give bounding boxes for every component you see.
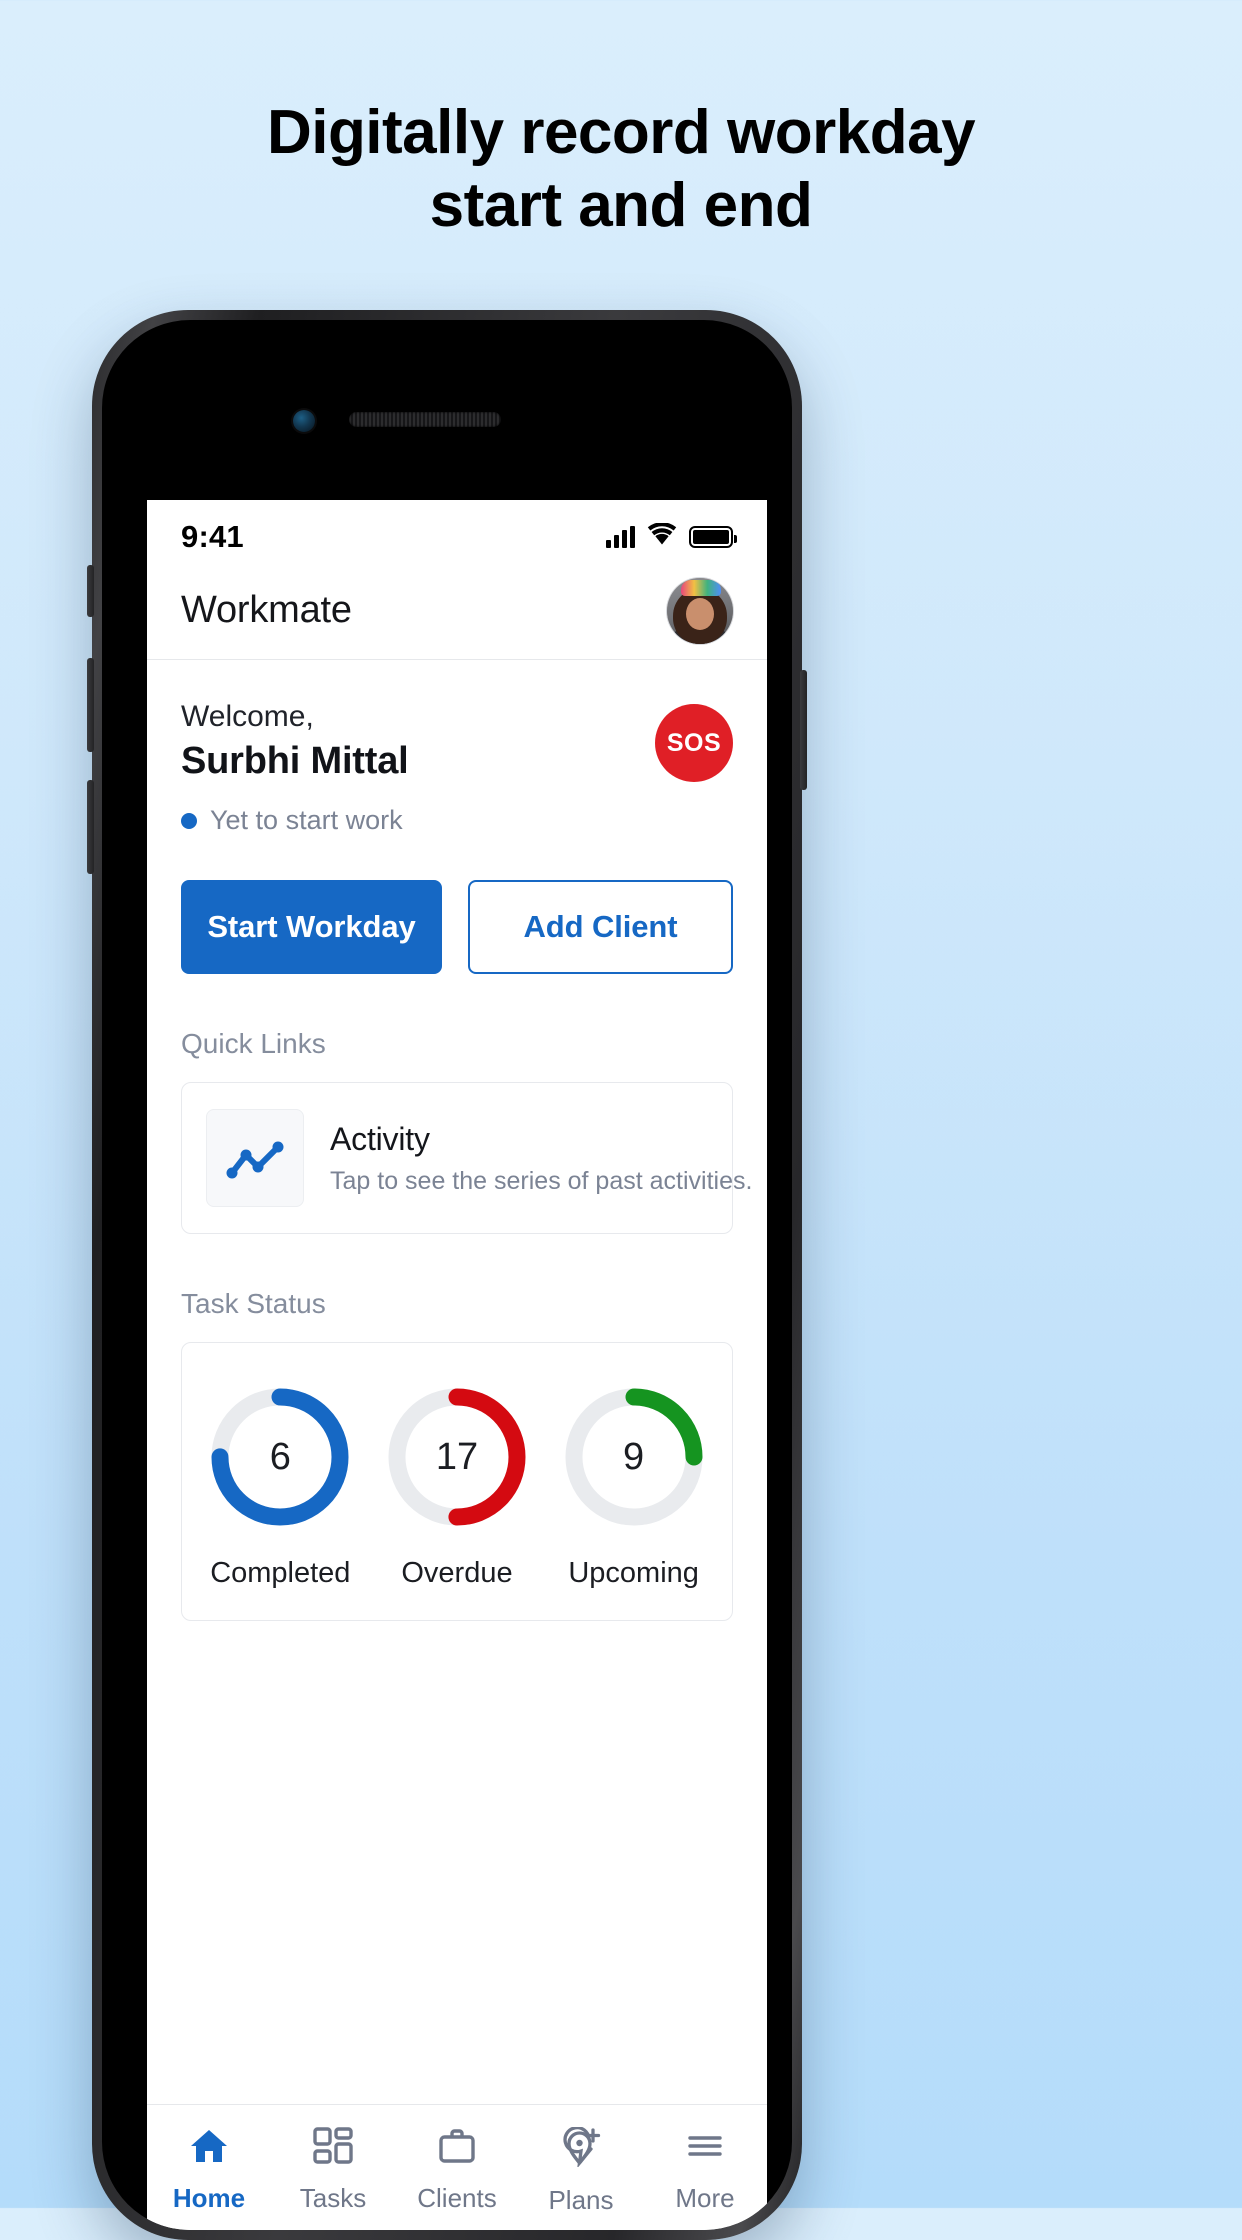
nav-label-home: Home — [172, 2183, 246, 2213]
nav-label-tasks: Tasks — [299, 2183, 367, 2213]
nav-item-more[interactable]: More — [643, 2127, 767, 2214]
headline-line-2: start and end — [429, 171, 813, 241]
start-workday-button[interactable]: Start Workday — [181, 880, 442, 974]
headline-line-1: Digitally record workday — [266, 98, 976, 167]
donut-value-overdue: 17 — [435, 1435, 479, 1478]
status-dot-icon — [181, 812, 197, 829]
phone-bezel: 9:41 Workmate Welcome, Surbhi Mittal Yet… — [102, 320, 792, 2230]
donut-label-upcoming: Upcoming — [568, 1557, 699, 1589]
hamburger-menu-icon — [684, 2127, 726, 2170]
donut-value-upcoming: 9 — [623, 1435, 645, 1478]
power-button[interactable] — [800, 670, 807, 790]
nav-item-clients[interactable]: Clients — [395, 2127, 519, 2214]
app-bar: Workmate — [147, 562, 767, 660]
wifi-icon — [647, 522, 677, 551]
grid-tasks-icon — [313, 2127, 353, 2170]
quick-links-title: Quick Links — [181, 1028, 326, 1059]
sos-button[interactable]: SOS — [655, 704, 733, 782]
nav-item-tasks[interactable]: Tasks — [271, 2127, 395, 2214]
work-status: Yet to start work — [181, 805, 409, 836]
home-icon — [188, 2127, 230, 2170]
quick-link-texts: Activity Tap to see the series of past a… — [330, 1120, 753, 1196]
quick-link-activity-card[interactable]: Activity Tap to see the series of past a… — [181, 1082, 753, 1234]
mute-switch[interactable] — [87, 565, 94, 617]
welcome-section: Welcome, Surbhi Mittal Yet to start work… — [181, 660, 733, 836]
status-bar-time: 9:41 — [181, 519, 244, 554]
work-status-label: Yet to start work — [210, 805, 403, 835]
nav-label-more: More — [675, 2183, 735, 2213]
donut-label-completed: Completed — [210, 1557, 351, 1589]
task-status-title: Task Status — [181, 1288, 326, 1319]
bottom-navigation: Home Tasks Clients Plans More — [147, 2104, 767, 2230]
earpiece-speaker — [349, 412, 501, 427]
donut-value-completed: 6 — [269, 1435, 291, 1478]
quick-link-title: Activity — [330, 1120, 430, 1157]
volume-up-button[interactable] — [87, 658, 94, 752]
donut-chart-upcoming: 9 — [558, 1381, 710, 1533]
primary-actions: Start Workday Add Client — [181, 880, 733, 974]
briefcase-icon — [436, 2127, 478, 2170]
add-client-button[interactable]: Add Client — [468, 880, 733, 974]
welcome-texts: Welcome, Surbhi Mittal Yet to start work — [181, 700, 409, 836]
task-status-overdue[interactable]: 17 Overdue — [370, 1381, 545, 1590]
phone-mockup: 9:41 Workmate Welcome, Surbhi Mittal Yet… — [87, 310, 807, 2240]
user-name: Surbhi Mittal — [181, 740, 409, 782]
task-status-upcoming[interactable]: 9 Upcoming — [546, 1381, 721, 1590]
nav-label-plans: Plans — [548, 2185, 614, 2215]
promo-headline: Digitally record workday start and end — [0, 96, 1242, 242]
avatar[interactable] — [667, 577, 733, 644]
status-bar-icons — [606, 522, 737, 551]
donut-label-overdue: Overdue — [401, 1557, 513, 1589]
status-bar: 9:41 — [147, 500, 767, 562]
task-status-completed[interactable]: 6 Completed — [193, 1381, 368, 1590]
welcome-greeting: Welcome, — [181, 700, 314, 733]
battery-full-icon — [689, 526, 737, 548]
nav-label-clients: Clients — [417, 2183, 497, 2213]
task-status-card: 6 Completed 17 Overdue 9 Upcoming — [181, 1342, 733, 1621]
activity-chart-icon — [206, 1109, 304, 1207]
nav-item-plans[interactable]: Plans — [519, 2126, 643, 2216]
screen-content: Welcome, Surbhi Mittal Yet to start work… — [147, 660, 767, 1621]
donut-chart-completed: 6 — [204, 1381, 356, 1533]
donut-chart-overdue: 17 — [381, 1381, 533, 1533]
app-screen: 9:41 Workmate Welcome, Surbhi Mittal Yet… — [147, 500, 767, 2230]
page-title: Workmate — [181, 589, 352, 631]
nav-item-home[interactable]: Home — [147, 2127, 271, 2214]
quick-link-subtitle: Tap to see the series of past activities… — [330, 1166, 753, 1195]
volume-down-button[interactable] — [87, 780, 94, 874]
map-pin-plus-icon — [560, 2126, 602, 2172]
front-camera-icon — [293, 410, 315, 432]
cellular-signal-icon — [606, 526, 635, 548]
